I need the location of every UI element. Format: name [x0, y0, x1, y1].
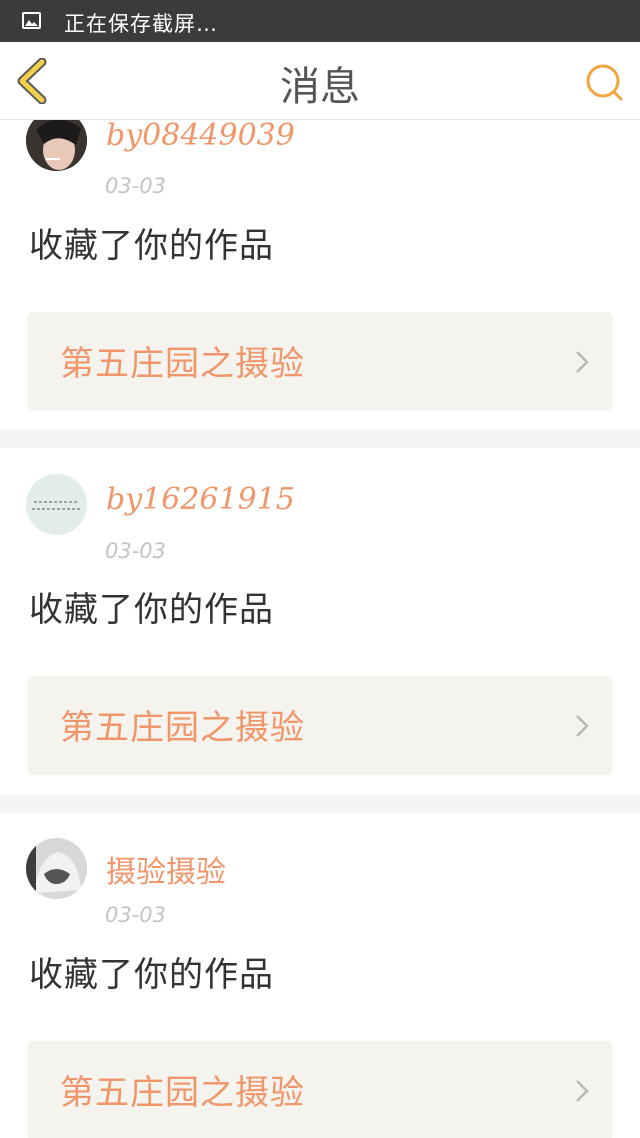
timestamp: 03-03 [105, 903, 167, 927]
work-title: 第五庄园之摄验 [60, 344, 305, 384]
notification-card: by16261915 03-03 收藏了你的作品 第五庄园之摄验 [0, 448, 640, 793]
notification-feed[interactable]: by08449039 03-03 收藏了你的作品 第五庄园之摄验 by16261… [0, 120, 640, 1138]
work-link[interactable]: 第五庄园之摄验 [27, 312, 613, 411]
notification-card: by08449039 03-03 收藏了你的作品 第五庄园之摄验 [0, 120, 640, 430]
action-text: 收藏了你的作品 [29, 955, 274, 995]
avatar[interactable] [26, 474, 87, 535]
page-title: 消息 [280, 64, 360, 110]
divider [0, 795, 640, 813]
chevron-right-icon [576, 351, 589, 373]
status-bar: 正在保存截屏… [0, 0, 640, 42]
header: 消息 [0, 42, 640, 120]
timestamp: 03-03 [105, 174, 167, 198]
username[interactable]: 摄验摄验 [106, 847, 226, 891]
work-title: 第五庄园之摄验 [60, 1073, 305, 1113]
username[interactable]: by08449039 [106, 120, 295, 153]
timestamp: 03-03 [105, 539, 167, 563]
work-title: 第五庄园之摄验 [60, 708, 305, 748]
action-text: 收藏了你的作品 [29, 226, 274, 266]
work-link[interactable]: 第五庄园之摄验 [27, 676, 613, 775]
chevron-right-icon [576, 715, 589, 737]
avatar[interactable] [26, 120, 87, 171]
image-icon [22, 12, 41, 29]
notification-card: 摄验摄验 03-03 收藏了你的作品 第五庄园之摄验 [0, 813, 640, 1138]
divider [0, 430, 640, 448]
work-link[interactable]: 第五庄园之摄验 [27, 1041, 613, 1138]
chevron-right-icon [576, 1080, 589, 1102]
avatar[interactable] [26, 838, 87, 899]
search-button[interactable] [584, 62, 624, 102]
username[interactable]: by16261915 [106, 482, 295, 517]
search-icon [586, 64, 623, 101]
action-text: 收藏了你的作品 [29, 590, 274, 630]
status-text: 正在保存截屏… [64, 12, 218, 36]
